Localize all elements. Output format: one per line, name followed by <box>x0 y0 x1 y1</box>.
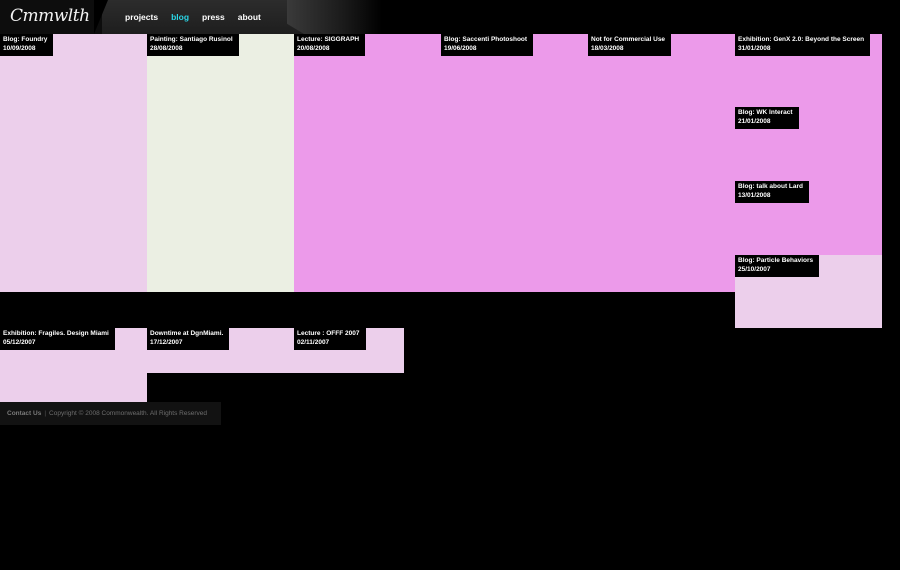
post-label: Blog: Particle Behaviors 25/10/2007 <box>735 255 820 277</box>
post-title: Not for Commercial Use <box>591 36 666 43</box>
post-tile-saccenti[interactable]: Blog: Saccenti Photoshoot 19/06/2008 <box>441 34 588 292</box>
post-title: Exhibition: GenX 2.0: Beyond the Screen <box>738 36 865 43</box>
post-tile-particle[interactable]: Blog: Particle Behaviors 25/10/2007 <box>735 255 882 328</box>
post-date: 21/01/2008 <box>738 117 771 125</box>
post-label: Blog: Foundry 10/09/2008 <box>0 34 54 56</box>
post-date: 18/03/2008 <box>591 44 624 52</box>
post-label: Blog: talk about Lard 13/01/2008 <box>735 181 809 203</box>
post-date: 10/09/2008 <box>3 44 36 52</box>
nav-projects[interactable]: projects <box>125 12 158 22</box>
post-date: 31/01/2008 <box>738 44 771 52</box>
post-title: Blog: talk about Lard <box>738 183 803 190</box>
post-tile-genx[interactable]: Exhibition: GenX 2.0: Beyond the Screen … <box>735 34 882 107</box>
post-tile-foundry[interactable]: Blog: Foundry 10/09/2008 <box>0 34 147 292</box>
post-date: 20/08/2008 <box>297 44 330 52</box>
post-label: Blog: Saccenti Photoshoot 19/06/2008 <box>441 34 534 56</box>
post-tile-not-commercial[interactable]: Not for Commercial Use 18/03/2008 <box>588 34 735 292</box>
post-tile-siggraph[interactable]: Lecture: SIGGRAPH 20/08/2008 <box>294 34 441 292</box>
post-date: 19/06/2008 <box>444 44 477 52</box>
footer-separator: | <box>44 410 47 417</box>
contact-link[interactable]: Contact Us <box>7 410 41 417</box>
post-title: Blog: Foundry <box>3 36 48 43</box>
post-date: 13/01/2008 <box>738 191 771 199</box>
post-date: 25/10/2007 <box>738 265 771 273</box>
post-title: Blog: Saccenti Photoshoot <box>444 36 528 43</box>
post-date: 05/12/2007 <box>3 338 36 346</box>
site-header: Cmmwlth projects blog press about <box>0 0 382 34</box>
post-tile-lard[interactable]: Blog: talk about Lard 13/01/2008 <box>735 181 882 255</box>
post-label: Exhibition: GenX 2.0: Beyond the Screen … <box>735 34 871 56</box>
post-tile-offf[interactable]: Lecture : OFFF 2007 02/11/2007 <box>294 328 404 373</box>
post-label: Lecture : OFFF 2007 02/11/2007 <box>294 328 366 350</box>
post-date: 28/08/2008 <box>150 44 183 52</box>
post-date: 17/12/2007 <box>150 338 183 346</box>
post-tile-rusinol[interactable]: Painting: Santiago Rusinol 28/08/2008 <box>147 34 294 292</box>
post-label: Blog: WK Interact 21/01/2008 <box>735 107 799 129</box>
post-label: Downtime at DgnMiami. 17/12/2007 <box>147 328 230 350</box>
post-title: Painting: Santiago Rusinol <box>150 36 233 43</box>
post-title: Downtime at DgnMiami. <box>150 330 224 337</box>
post-title: Blog: Particle Behaviors <box>738 257 814 264</box>
post-tile-dgnmiami[interactable]: Downtime at DgnMiami. 17/12/2007 <box>147 328 294 373</box>
post-label: Exhibition: Fragiles. Design Miami 05/12… <box>0 328 115 350</box>
post-title: Lecture : OFFF 2007 <box>297 330 360 337</box>
nav-about[interactable]: about <box>238 12 261 22</box>
post-label: Painting: Santiago Rusinol 28/08/2008 <box>147 34 239 56</box>
logo-area[interactable]: Cmmwlth <box>0 0 102 34</box>
nav-press[interactable]: press <box>202 12 225 22</box>
main-nav: projects blog press about <box>125 12 261 22</box>
post-title: Lecture: SIGGRAPH <box>297 36 360 43</box>
post-label: Not for Commercial Use 18/03/2008 <box>588 34 672 56</box>
site-logo[interactable]: Cmmwlth <box>10 6 90 26</box>
post-date: 02/11/2007 <box>297 338 330 346</box>
nav-end-decoration <box>287 0 382 34</box>
copyright-text: Copyright © 2008 Commonwealth. All Right… <box>49 410 207 417</box>
site-footer: Contact Us | Copyright © 2008 Commonweal… <box>0 402 221 425</box>
post-label: Lecture: SIGGRAPH 20/08/2008 <box>294 34 366 56</box>
nav-blog[interactable]: blog <box>171 12 189 22</box>
post-title: Blog: WK Interact <box>738 109 793 116</box>
nav-divider <box>94 0 108 34</box>
post-tile-wk-interact[interactable]: Blog: WK Interact 21/01/2008 <box>735 107 882 181</box>
post-title: Exhibition: Fragiles. Design Miami <box>3 330 109 337</box>
post-tile-fragiles[interactable]: Exhibition: Fragiles. Design Miami 05/12… <box>0 328 147 402</box>
